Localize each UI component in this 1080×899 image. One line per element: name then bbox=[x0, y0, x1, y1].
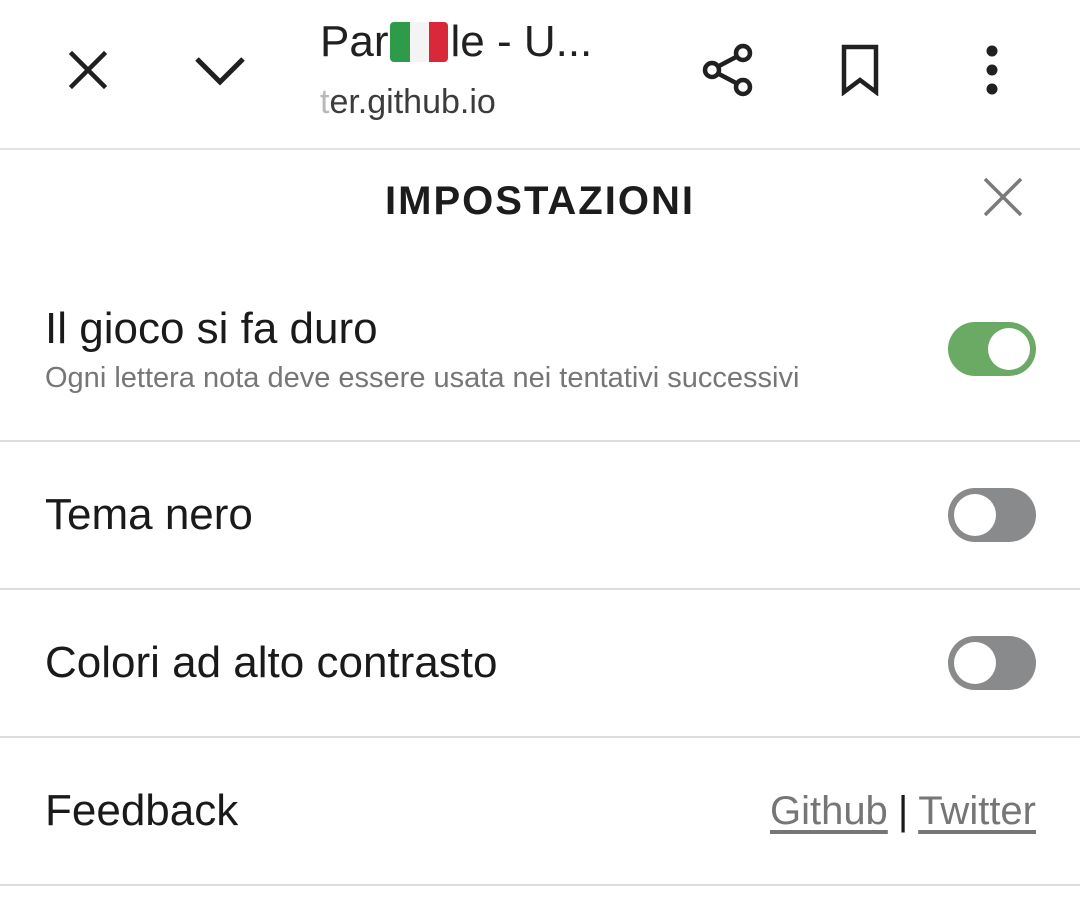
bookmark-button[interactable] bbox=[824, 34, 896, 106]
twitter-link[interactable]: Twitter bbox=[918, 789, 1036, 833]
italy-flag-icon bbox=[390, 22, 449, 62]
high-contrast-toggle[interactable] bbox=[948, 636, 1036, 690]
bookmark-icon bbox=[841, 44, 879, 96]
settings-title: IMPOSTAZIONI bbox=[385, 179, 695, 223]
more-vert-icon bbox=[986, 45, 998, 95]
hard-mode-description: Ogni lettera nota deve essere usata nei … bbox=[45, 362, 800, 394]
page-title-end: le - U... bbox=[450, 17, 593, 66]
dark-theme-label: Tema nero bbox=[45, 490, 253, 539]
page-url: ter.github.io bbox=[320, 80, 660, 124]
close-icon bbox=[68, 50, 108, 90]
page-title: Par le - U... bbox=[320, 14, 660, 70]
close-tab-button[interactable] bbox=[52, 34, 124, 106]
toggle-knob bbox=[988, 328, 1030, 370]
chevron-down-icon bbox=[195, 57, 245, 86]
collapse-button[interactable] bbox=[184, 34, 256, 106]
share-icon bbox=[702, 43, 753, 97]
dark-theme-toggle[interactable] bbox=[948, 488, 1036, 542]
page-title-block[interactable]: Par le - U... ter.github.io bbox=[320, 14, 660, 124]
setting-row-dark-theme: Tema nero bbox=[0, 442, 1080, 590]
page-title-start: Par bbox=[320, 17, 389, 66]
github-link[interactable]: Github bbox=[770, 789, 888, 833]
more-options-button[interactable] bbox=[956, 34, 1028, 106]
setting-row-feedback: Feedback Github | Twitter bbox=[0, 738, 1080, 886]
settings-panel: IMPOSTAZIONI Il gioco si fa duro Ogni le… bbox=[0, 150, 1080, 899]
feedback-label: Feedback bbox=[45, 786, 239, 835]
high-contrast-label: Colori ad alto contrasto bbox=[45, 638, 498, 687]
link-separator: | bbox=[897, 789, 909, 833]
setting-row-high-contrast: Colori ad alto contrasto bbox=[0, 590, 1080, 738]
hard-mode-toggle[interactable] bbox=[948, 322, 1036, 376]
share-button[interactable] bbox=[692, 34, 764, 106]
settings-close-button[interactable] bbox=[974, 168, 1032, 226]
close-icon bbox=[983, 177, 1023, 217]
hard-mode-label: Il gioco si fa duro bbox=[45, 304, 378, 353]
page-url-main: er.github.io bbox=[329, 83, 496, 121]
toggle-knob bbox=[954, 642, 996, 684]
browser-toolbar: Par le - U... ter.github.io bbox=[0, 0, 1080, 150]
toggle-knob bbox=[954, 494, 996, 536]
feedback-links: Github | Twitter bbox=[770, 786, 1036, 836]
setting-row-hard-mode: Il gioco si fa duro Ogni lettera nota de… bbox=[0, 290, 1080, 442]
